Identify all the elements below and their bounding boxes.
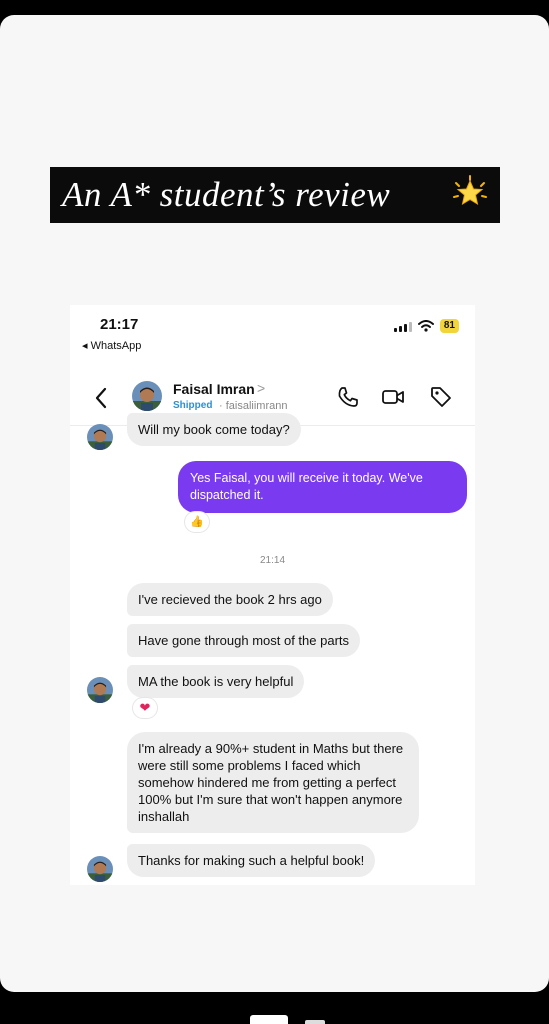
- contact-avatar[interactable]: [132, 381, 162, 411]
- wifi-icon: [417, 320, 434, 332]
- glowing-star-icon: [453, 175, 487, 206]
- timestamp: 21:14: [259, 555, 286, 566]
- tag-icon[interactable]: [429, 385, 453, 409]
- phone-icon[interactable]: [336, 385, 360, 409]
- story-card: An A* student’s review 21:17 ◂ WhatsApp: [0, 15, 549, 992]
- incoming-message: Have gone through most of the parts: [127, 624, 361, 657]
- back-to-whatsapp[interactable]: ◂ WhatsApp: [82, 339, 141, 352]
- sender-avatar: [87, 677, 113, 703]
- chat-screenshot: 21:17 ◂ WhatsApp 81 Faisal Imran > Shipp…: [70, 305, 475, 885]
- contact-name[interactable]: Faisal Imran: [173, 381, 255, 397]
- thumbs-up-reaction-icon: 👍: [185, 512, 209, 532]
- sender-avatar: [87, 856, 113, 882]
- incoming-message: Will my book come today?: [127, 413, 301, 446]
- incoming-message: MA the book is very helpful: [127, 665, 305, 698]
- battery-indicator: 81: [439, 319, 459, 333]
- sender-avatar: [87, 424, 113, 450]
- banner-title: An A* student’s review: [62, 175, 391, 214]
- status-icons: 81: [393, 319, 459, 333]
- outgoing-message: Yes Faisal, you will receive it today. W…: [178, 461, 467, 513]
- video-call-icon[interactable]: [381, 385, 405, 409]
- contact-handle: · faisaliimrann: [219, 400, 288, 412]
- heart-reaction-icon: ❤: [133, 698, 157, 718]
- signal-icon: [393, 321, 412, 332]
- incoming-message: I'm already a 90%+ student in Maths but …: [127, 732, 419, 833]
- story-nav-indicator: [250, 1015, 288, 1024]
- back-chevron-icon[interactable]: [94, 387, 108, 409]
- review-banner: An A* student’s review: [50, 167, 500, 223]
- chevron-right-icon[interactable]: >: [257, 380, 265, 396]
- status-time: 21:17: [100, 316, 139, 333]
- shipped-label: Shipped: [173, 400, 213, 411]
- incoming-message: Thanks for making such a helpful book!: [127, 844, 376, 877]
- incoming-message: I've recieved the book 2 hrs ago: [127, 583, 333, 616]
- story-nav-indicator: [305, 1020, 325, 1024]
